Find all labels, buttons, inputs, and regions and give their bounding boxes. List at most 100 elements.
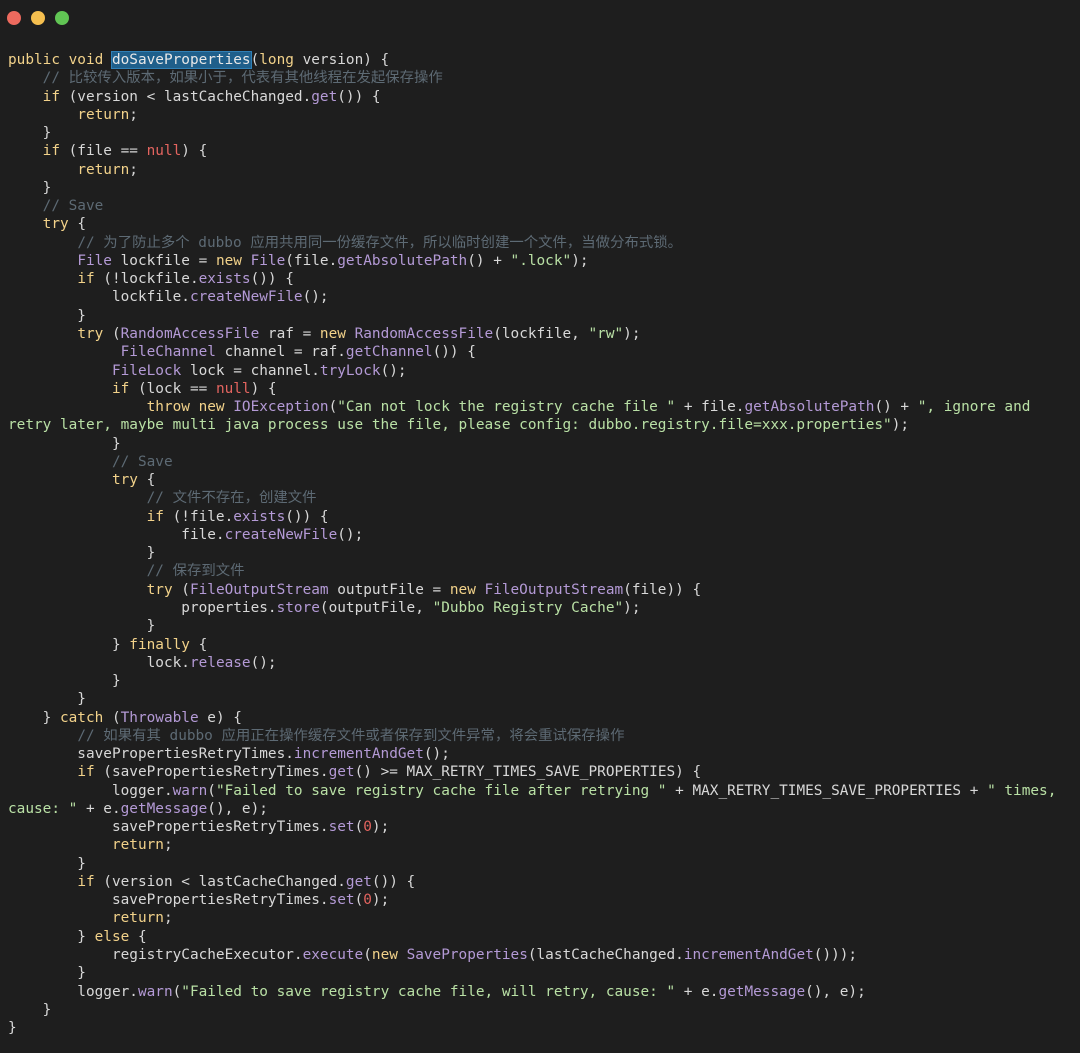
code-line: savePropertiesRetryTimes.incrementAndGet… xyxy=(8,745,1074,763)
code-token: lockfile = xyxy=(111,252,216,269)
code-token: channel = raf. xyxy=(215,344,346,361)
code-line: try (FileOutputStream outputFile = new F… xyxy=(8,581,1074,599)
code-token: + e. xyxy=(77,800,121,817)
code-token: // 为了防止多个 dubbo 应用共用同一份缓存文件，所以临时创建一个文件，当… xyxy=(77,234,683,251)
code-token: (lock == xyxy=(129,380,216,397)
code-token: try xyxy=(42,216,69,233)
code-token: ( xyxy=(328,399,338,416)
code-token: (outputFile, xyxy=(319,599,433,616)
code-token: ); xyxy=(371,892,390,909)
code-token: ); xyxy=(571,252,589,269)
code-line: return; xyxy=(8,106,1074,124)
code-token: execute xyxy=(302,947,364,964)
code-token: catch xyxy=(59,709,104,726)
code-token: (file == xyxy=(59,143,147,160)
code-token: null xyxy=(215,380,251,397)
code-token: () + xyxy=(874,399,918,416)
code-token: ".lock" xyxy=(510,252,572,269)
code-token: warn xyxy=(172,782,208,799)
code-line: try (RandomAccessFile raf = new RandomAc… xyxy=(8,325,1074,343)
code-token: // Save xyxy=(111,453,173,470)
code-token: ( xyxy=(103,325,121,342)
code-token: { xyxy=(189,636,208,653)
code-token: } xyxy=(8,618,156,635)
code-line: return; xyxy=(8,161,1074,179)
code-token: properties. xyxy=(8,599,277,616)
code-token: ( xyxy=(207,782,216,799)
code-token: exists xyxy=(233,508,286,525)
code-token: e) { xyxy=(198,709,242,726)
code-line: file.createNewFile(); xyxy=(8,526,1074,544)
code-token: "rw" xyxy=(588,325,624,342)
code-token: (); xyxy=(302,289,329,306)
close-window-icon[interactable] xyxy=(7,11,21,25)
code-token: new xyxy=(319,325,355,342)
code-line: try { xyxy=(8,215,1074,233)
code-token: store xyxy=(276,599,320,616)
code-line: } xyxy=(8,617,1074,635)
code-editor[interactable]: public void doSaveProperties(long versio… xyxy=(8,51,1074,1037)
code-token: incrementAndGet xyxy=(293,746,424,763)
code-token: // 保存到文件 xyxy=(146,563,245,580)
code-line: } xyxy=(8,690,1074,708)
code-token: if xyxy=(42,143,60,160)
code-token: } xyxy=(8,545,156,562)
maximize-window-icon[interactable] xyxy=(55,11,69,25)
code-line: logger.warn("Failed to save registry cac… xyxy=(8,983,1074,1001)
code-token: } xyxy=(8,1020,17,1037)
code-line: FileChannel channel = raf.getChannel()) … xyxy=(8,343,1074,361)
code-token: ); xyxy=(623,599,641,616)
code-token: FileOutputStream xyxy=(189,581,329,598)
code-token: raf = xyxy=(259,325,320,342)
code-token: finally xyxy=(129,636,190,653)
code-token: return xyxy=(111,837,164,854)
code-line: logger.warn("Failed to save registry cac… xyxy=(8,782,1074,800)
code-token: "Failed to save registry cache file, wil… xyxy=(181,983,676,1000)
code-token: "Dubbo Registry Cache" xyxy=(432,599,624,616)
code-token: } xyxy=(8,179,52,196)
code-line: // Save xyxy=(8,453,1074,471)
code-token: throw new xyxy=(146,399,234,416)
code-token: try xyxy=(111,472,138,489)
code-token: lock = channel. xyxy=(181,362,320,379)
code-line: } xyxy=(8,672,1074,690)
code-token: new xyxy=(215,252,251,269)
code-line: } xyxy=(8,435,1074,453)
code-token: else xyxy=(94,928,130,945)
code-token: version) { xyxy=(293,52,390,68)
code-token: SaveProperties xyxy=(406,947,528,964)
code-line: savePropertiesRetryTimes.set(0); xyxy=(8,891,1074,909)
code-line: } xyxy=(8,544,1074,562)
code-token: ()) { xyxy=(337,88,381,105)
code-token: ", ignore and xyxy=(917,399,1031,416)
code-token: if xyxy=(77,873,95,890)
code-token: if xyxy=(77,271,95,288)
code-token: new xyxy=(449,581,485,598)
minimize-window-icon[interactable] xyxy=(31,11,45,25)
code-token: // 文件不存在，创建文件 xyxy=(146,490,317,507)
code-token: ( xyxy=(354,819,364,836)
code-token: return xyxy=(111,910,164,927)
code-token: } xyxy=(8,636,130,653)
code-token: ( xyxy=(363,947,372,964)
code-token: (file. xyxy=(285,252,338,269)
code-token: incrementAndGet xyxy=(683,947,814,964)
code-token: savePropertiesRetryTimes. xyxy=(8,819,329,836)
code-token: } xyxy=(8,855,86,872)
code-token: RandomAccessFile xyxy=(354,325,494,342)
code-token: File xyxy=(250,252,286,269)
code-token: ( xyxy=(354,892,364,909)
code-token: } xyxy=(8,435,121,452)
code-token: getMessage xyxy=(120,800,208,817)
code-token: { xyxy=(68,216,86,233)
code-line: if (!lockfile.exists()) { xyxy=(8,270,1074,288)
